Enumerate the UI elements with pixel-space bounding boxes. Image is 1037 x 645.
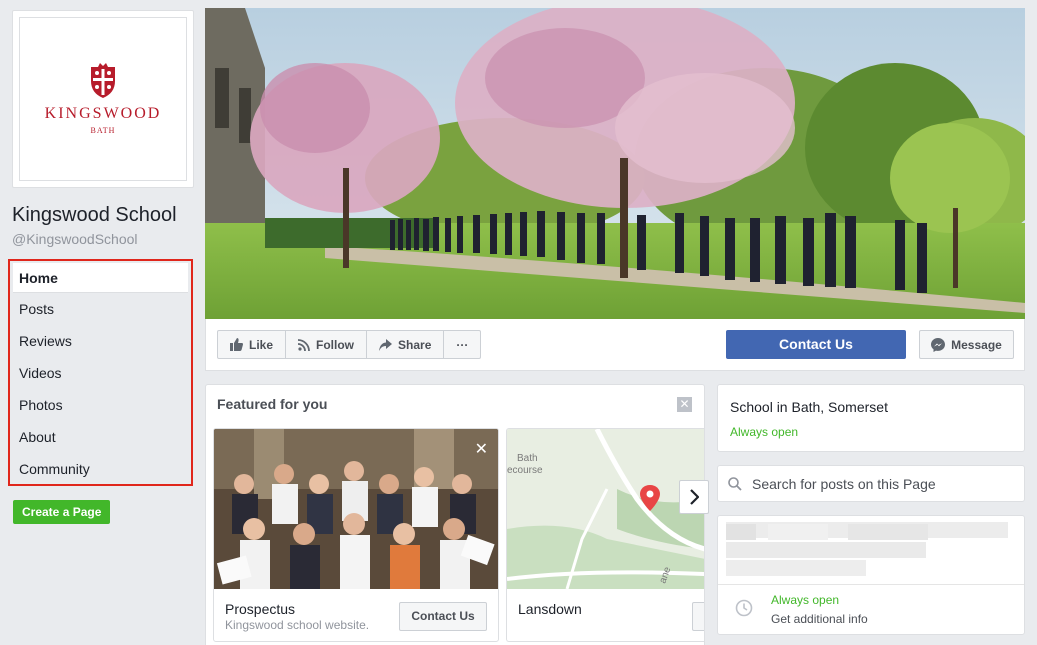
follow-label: Follow: [316, 337, 355, 352]
nav-item-reviews[interactable]: Reviews: [13, 325, 188, 357]
share-button[interactable]: Share: [367, 331, 445, 358]
featured-panel: Featured for you ✕ ✕ Prospectus Kingswoo…: [205, 384, 709, 645]
more-options-button[interactable]: ···: [444, 331, 480, 358]
hours-status: Always open: [771, 593, 840, 607]
map-thumbnail: Bath ecourse ane: [507, 429, 704, 589]
card-contact-us-button[interactable]: Contact Us: [399, 602, 487, 631]
thumbs-up-icon: [230, 338, 243, 351]
card-title[interactable]: Prospectus: [225, 601, 295, 617]
cover-photo[interactable]: [205, 8, 1025, 319]
like-label: Like: [249, 337, 274, 352]
divider: [718, 584, 1024, 585]
rss-icon: [298, 338, 310, 351]
message-button[interactable]: Message: [919, 330, 1014, 359]
share-arrow-icon: [379, 338, 393, 351]
card-title[interactable]: Lansdown: [518, 601, 582, 617]
like-button[interactable]: Like: [218, 331, 287, 358]
page-profile-picture[interactable]: KINGSWOOD BATH: [12, 10, 194, 188]
map-label-1: Bath: [517, 453, 538, 464]
nav-item-photos[interactable]: Photos: [13, 389, 188, 421]
nav-item-posts[interactable]: Posts: [13, 293, 188, 325]
message-label: Message: [951, 337, 1002, 352]
hours-status: Always open: [730, 425, 799, 439]
page-search[interactable]: [717, 465, 1025, 502]
nav-item-about[interactable]: About: [13, 421, 188, 453]
search-icon: [728, 476, 742, 491]
get-additional-info-link[interactable]: Get additional info: [771, 612, 868, 626]
share-label: Share: [398, 337, 432, 352]
dismiss-card-icon[interactable]: ✕: [475, 439, 488, 459]
page-action-group: Like Follow Share ···: [217, 330, 482, 359]
nav-item-community[interactable]: Community: [13, 453, 188, 485]
chevron-right-icon: [690, 489, 699, 505]
logo-subtext: BATH: [90, 126, 116, 135]
students-group-photo: [214, 429, 498, 589]
featured-card-lansdown[interactable]: Bath ecourse ane Lansdown: [506, 428, 704, 642]
follow-button[interactable]: Follow: [286, 331, 368, 358]
search-input[interactable]: [752, 475, 1002, 492]
more-dots-icon: ···: [456, 337, 469, 352]
page-nav: Home Posts Reviews Videos Photos About C…: [8, 259, 193, 486]
about-box: Always open Get additional info: [717, 515, 1025, 635]
kingswood-logo: KINGSWOOD BATH: [19, 17, 187, 181]
featured-title: Featured for you: [217, 396, 328, 412]
create-page-button[interactable]: Create a Page: [13, 500, 111, 524]
card-subtitle: Kingswood school website.: [225, 618, 370, 632]
page-info-box: School in Bath, Somerset Always open: [717, 384, 1025, 452]
messenger-icon: [931, 337, 946, 352]
card-action-button[interactable]: [692, 602, 704, 631]
contact-us-button[interactable]: Contact Us: [726, 330, 906, 359]
crest-icon: [91, 63, 115, 98]
carousel-next-button[interactable]: [679, 480, 709, 514]
featured-card-prospectus[interactable]: ✕ Prospectus Kingswood school website. C…: [213, 428, 499, 642]
map-label-2: ecourse: [507, 465, 543, 476]
page-action-bar: Like Follow Share ··· Contact Us Message: [205, 319, 1025, 371]
page-handle[interactable]: @KingswoodSchool: [12, 231, 138, 247]
page-category[interactable]: School in Bath, Somerset: [730, 399, 888, 415]
close-icon[interactable]: ✕: [677, 397, 692, 412]
page-title[interactable]: Kingswood School: [12, 204, 177, 227]
nav-item-home[interactable]: Home: [13, 263, 188, 293]
logo-wordmark: KINGSWOOD: [44, 105, 162, 122]
nav-item-videos[interactable]: Videos: [13, 357, 188, 389]
clock-icon: [735, 599, 753, 617]
